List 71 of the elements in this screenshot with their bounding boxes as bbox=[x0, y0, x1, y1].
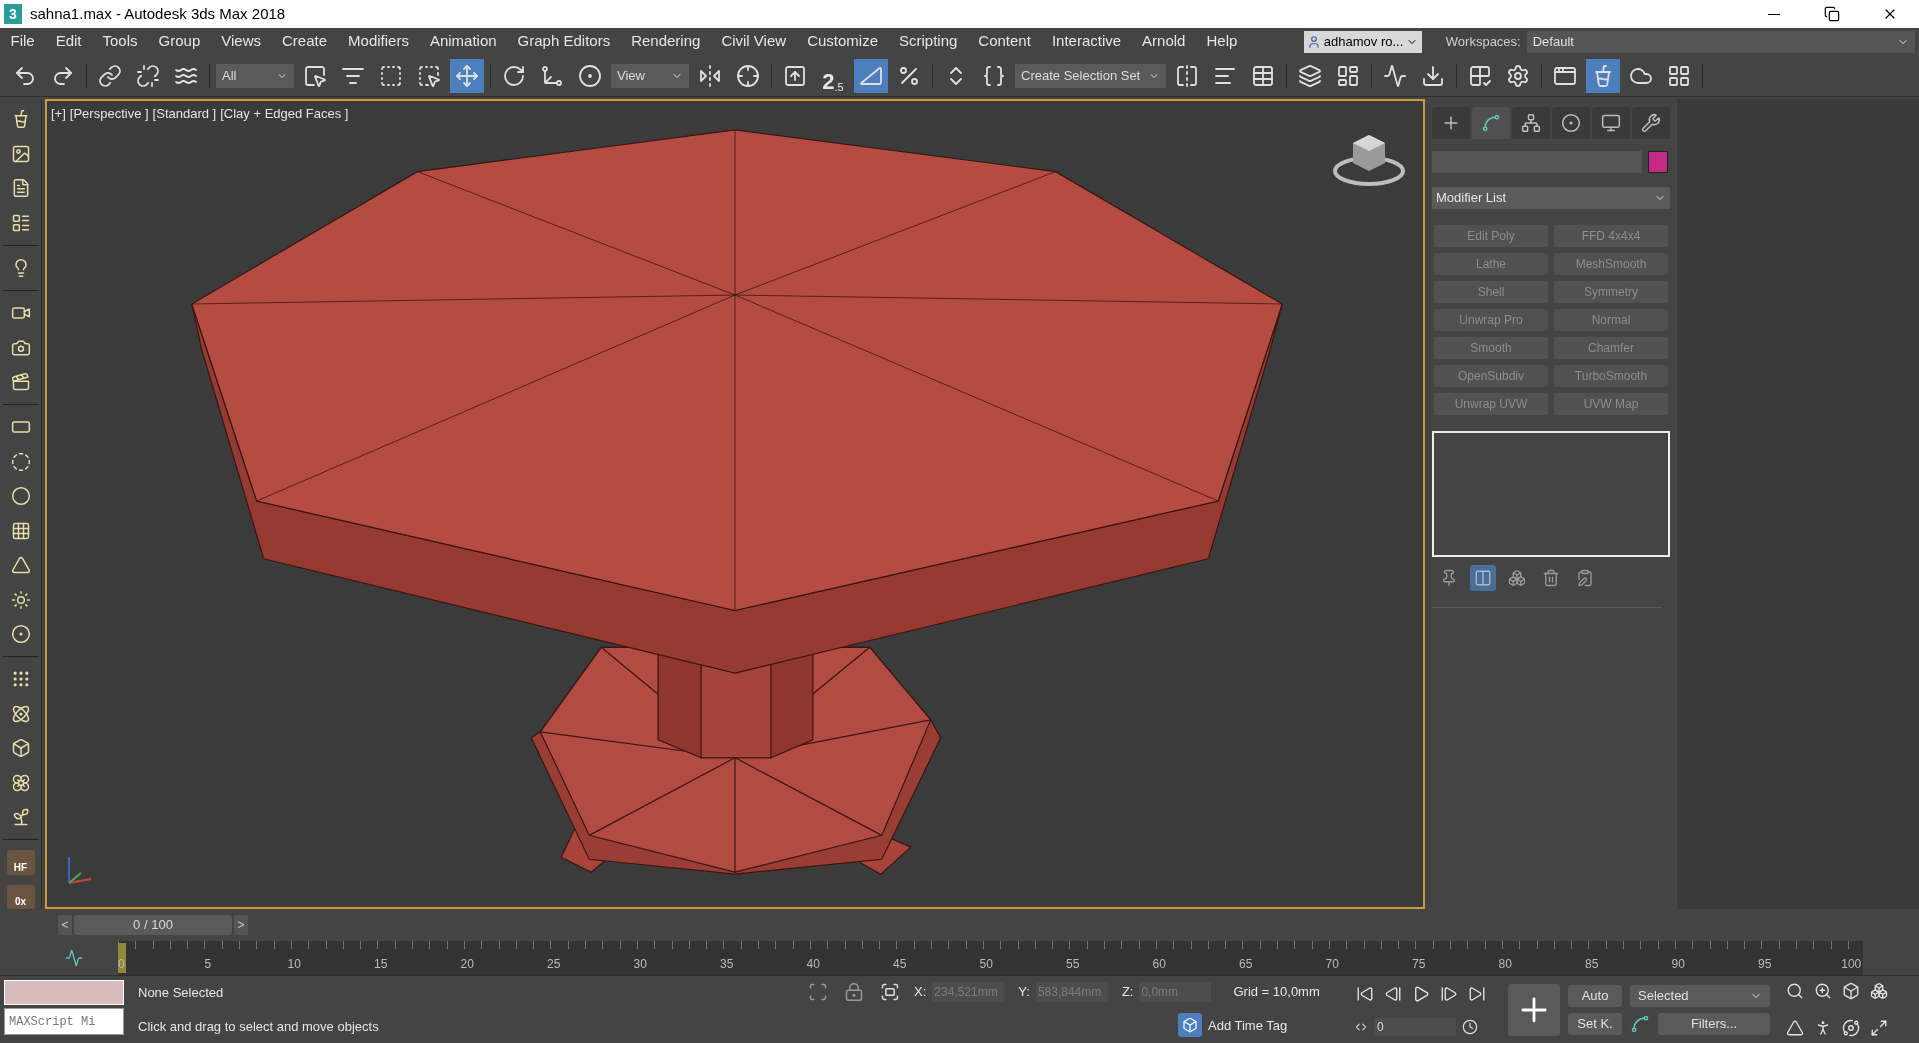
frame-number: 55 bbox=[1065, 956, 1081, 973]
tool-button[interactable]: 0x bbox=[6, 884, 35, 909]
toolbar-dropdown[interactable]: All bbox=[216, 63, 294, 88]
selection-status: None Selected bbox=[138, 984, 225, 1002]
axis-label: X: bbox=[914, 983, 927, 1001]
menu-item[interactable]: Tools bbox=[92, 30, 149, 53]
frame-number: 85 bbox=[1584, 956, 1600, 973]
modifier-list-dropdown[interactable]: Modifier List bbox=[1432, 187, 1670, 209]
current-frame-field[interactable]: 0 bbox=[1374, 1018, 1456, 1037]
frame-number: 60 bbox=[1151, 956, 1167, 973]
workspaces-dropdown[interactable]: Default bbox=[1526, 30, 1915, 53]
grid-size-text: Grid = 10,0mm bbox=[1233, 983, 1320, 1001]
menu-item[interactable]: Views bbox=[210, 30, 272, 53]
axis-label: Y: bbox=[1018, 983, 1030, 1001]
menu-item[interactable]: Graph Editors bbox=[507, 30, 621, 53]
set-key-mode-button[interactable]: Set K. bbox=[1568, 1012, 1622, 1035]
frame-number: 25 bbox=[546, 956, 562, 973]
menu-item[interactable]: File bbox=[0, 30, 46, 53]
toolbar-dropdown[interactable]: Create Selection Set bbox=[1015, 63, 1167, 88]
frame-ruler[interactable]: 0 5 10 15 20 25 30 35 40 45 50 55 60 65 70 75 80 85 90 95 100 bbox=[118, 941, 1863, 975]
next-frame-button[interactable]: > bbox=[234, 915, 248, 935]
frame-number: 70 bbox=[1324, 956, 1340, 973]
frame-number: 95 bbox=[1757, 956, 1773, 973]
frame-number: 30 bbox=[632, 956, 648, 973]
frame-number: 35 bbox=[719, 956, 735, 973]
viewport-label[interactable]: [Standard ] bbox=[152, 104, 217, 124]
frame-number: 75 bbox=[1411, 956, 1427, 973]
axis-label: Z: bbox=[1121, 983, 1134, 1001]
menu-item[interactable]: Animation bbox=[419, 30, 508, 53]
menu-item[interactable]: Customize bbox=[796, 30, 889, 53]
frame-number: 65 bbox=[1238, 956, 1254, 973]
key-filter-dropdown[interactable]: Selected bbox=[1630, 984, 1770, 1007]
menu-item[interactable]: Arnold bbox=[1131, 30, 1196, 53]
time-slider-thumb[interactable]: 0 / 100 bbox=[74, 915, 232, 935]
auto-key-button[interactable]: Auto bbox=[1568, 984, 1622, 1007]
key-filters-button[interactable]: Filters... bbox=[1658, 1012, 1770, 1035]
frame-number: 15 bbox=[373, 956, 389, 973]
menu-item[interactable]: Scripting bbox=[888, 30, 968, 53]
user-account-dropdown[interactable]: adhamov ro... bbox=[1303, 30, 1422, 53]
app-logo: 3 bbox=[4, 4, 22, 24]
menu-item[interactable]: Create bbox=[271, 30, 338, 53]
menu-item[interactable]: Rendering bbox=[620, 30, 711, 53]
frame-number: 45 bbox=[892, 956, 908, 973]
menu-item[interactable]: Help bbox=[1195, 30, 1248, 53]
snap-toggle-button[interactable]: 2.5 bbox=[816, 58, 850, 93]
frame-number: 50 bbox=[978, 956, 994, 973]
toolbar-dropdown[interactable]: View bbox=[611, 63, 689, 88]
maxscript-input-field[interactable]: MAXScript Mi bbox=[4, 1008, 124, 1035]
frame-number: 100 bbox=[1840, 956, 1863, 973]
frame-number: 90 bbox=[1670, 956, 1686, 973]
menu-item[interactable]: Interactive bbox=[1041, 30, 1132, 53]
frame-number: 80 bbox=[1497, 956, 1513, 973]
menu-item[interactable]: Group bbox=[148, 30, 211, 53]
frame-number: 20 bbox=[459, 956, 475, 973]
frame-number: 40 bbox=[805, 956, 821, 973]
frame-number: 10 bbox=[286, 956, 302, 973]
menu-item[interactable]: Civil View bbox=[710, 30, 797, 53]
time-tag-label: Add Time Tag bbox=[1208, 1016, 1288, 1035]
workspaces-label: Workspaces: bbox=[1445, 32, 1521, 51]
viewport-label[interactable]: [Clay + Edged Faces ] bbox=[220, 104, 349, 124]
menu-item[interactable]: Modifiers bbox=[337, 30, 420, 53]
viewport-label[interactable]: [+] bbox=[51, 104, 66, 124]
window-title: sahna1.max - Autodesk 3ds Max 2018 bbox=[30, 3, 286, 24]
prompt-text: Click and drag to select and move objects bbox=[138, 1017, 380, 1036]
frame-number: 5 bbox=[203, 956, 213, 973]
previous-frame-button[interactable]: < bbox=[58, 915, 72, 935]
menu-item[interactable]: Edit bbox=[45, 30, 93, 53]
frame-number: 0 bbox=[116, 956, 126, 973]
tool-button[interactable]: HF bbox=[6, 850, 35, 875]
viewport-label[interactable]: [Perspective ] bbox=[69, 104, 149, 124]
menu-item[interactable]: Content bbox=[967, 30, 1042, 53]
